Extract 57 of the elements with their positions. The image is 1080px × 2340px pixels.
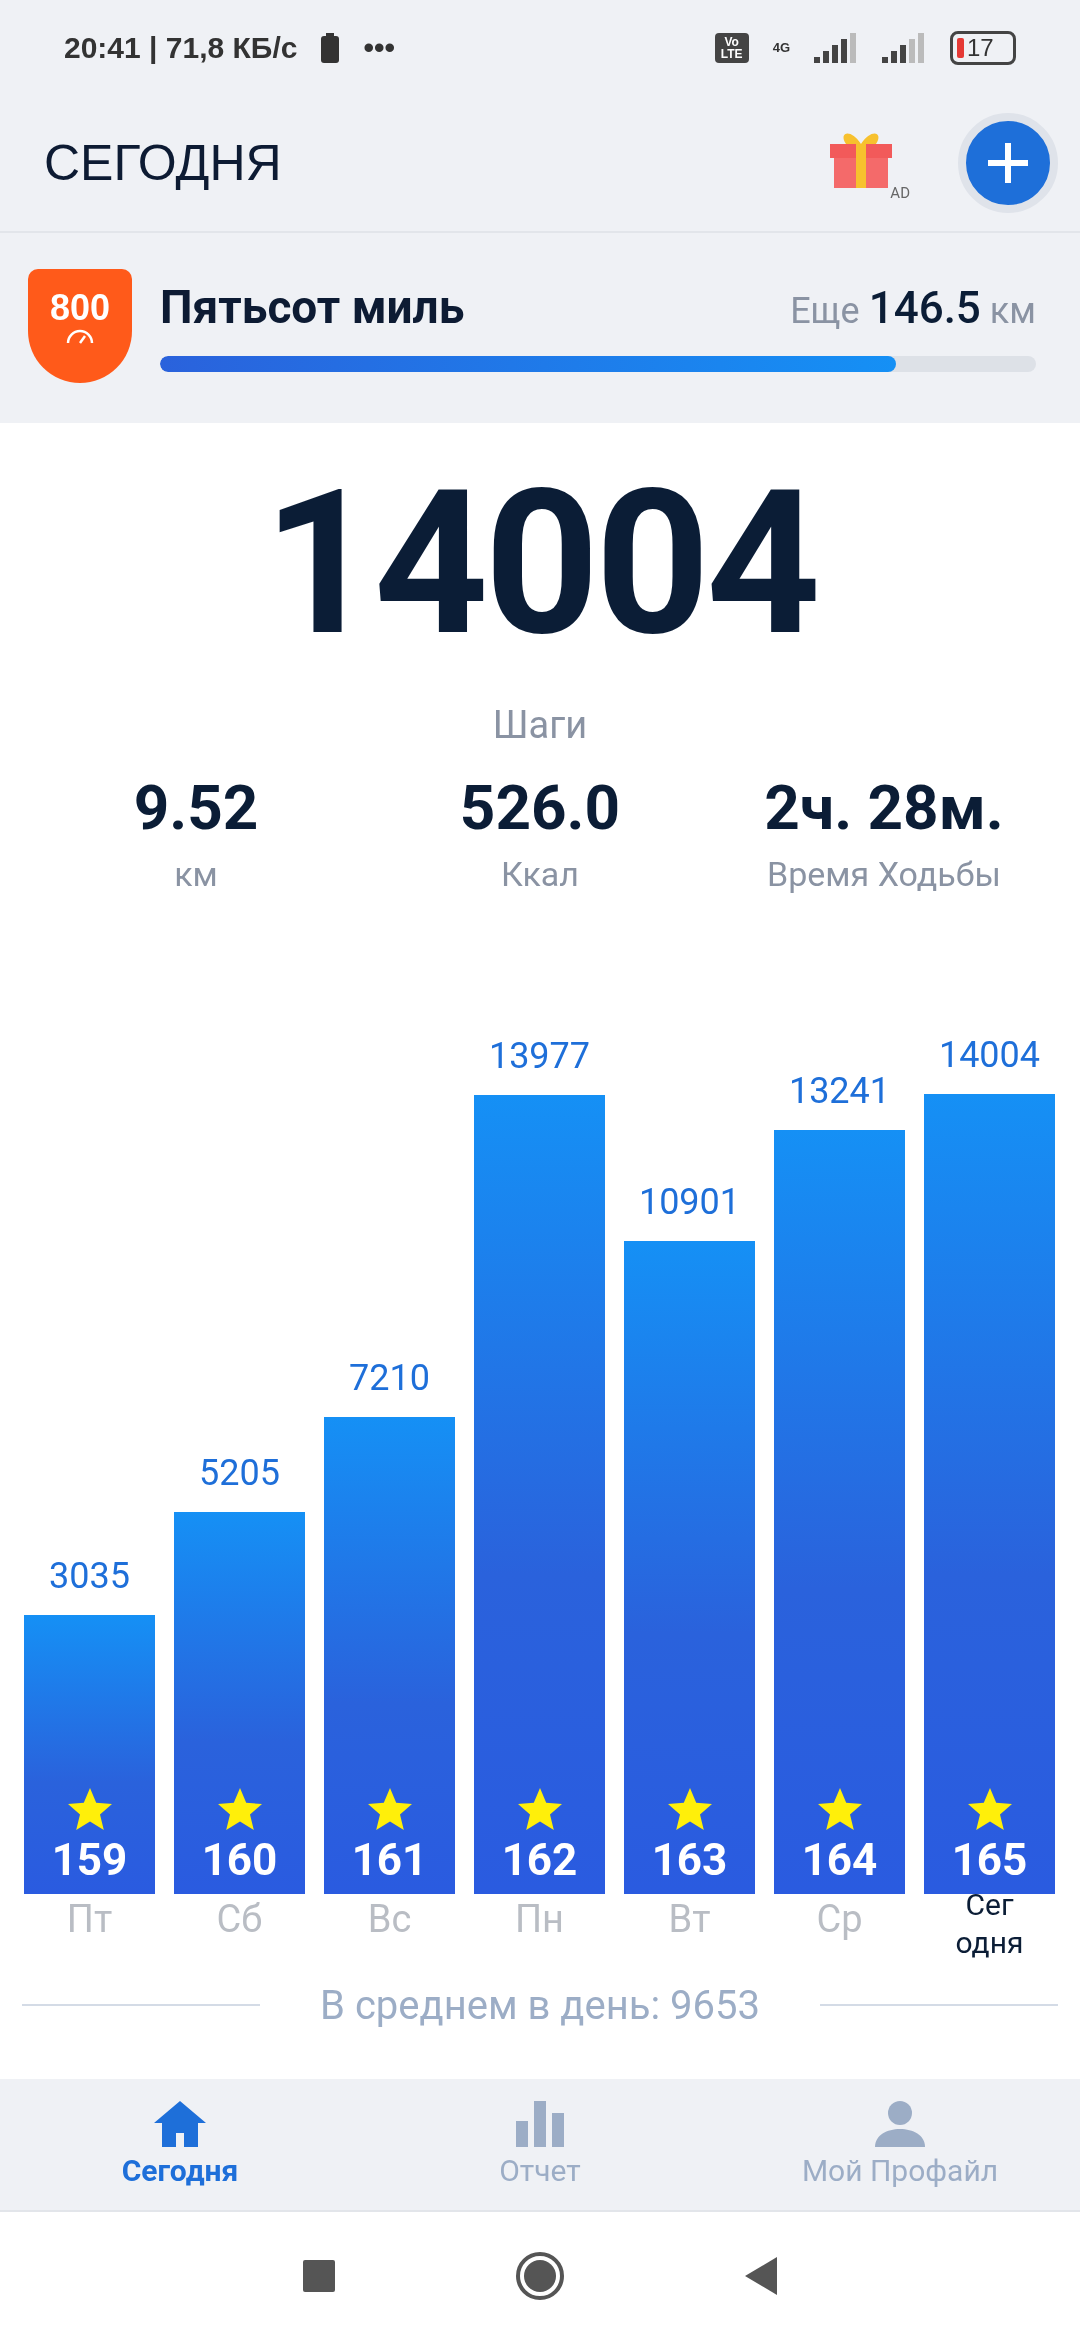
day-label: Сб	[216, 1896, 263, 1943]
page-title: СЕГОДНЯ	[44, 134, 283, 192]
home-button[interactable]	[515, 2251, 565, 2301]
day-bar[interactable]: 159	[24, 1614, 155, 1894]
day-bar[interactable]: 165	[924, 1093, 1055, 1894]
step-value: 7210	[349, 1356, 430, 1399]
star-count: 163	[651, 1834, 728, 1886]
status-time-speed: 20:41 | 71,8 КБ/с	[64, 30, 298, 65]
gift-button[interactable]: AD	[826, 124, 910, 202]
stat-label: Время Ходьбы	[767, 854, 1001, 894]
step-value: 3035	[49, 1554, 130, 1597]
star-count: 160	[201, 1834, 278, 1886]
stat-value: 526.0	[459, 771, 621, 844]
day-label: Вс	[367, 1896, 412, 1943]
battery-level: 17	[950, 30, 1016, 65]
signal-icon	[814, 32, 858, 63]
more-dots: •••	[363, 30, 395, 65]
stat-label: км	[174, 854, 218, 894]
star-count: 165	[951, 1834, 1028, 1886]
back-button[interactable]	[745, 2257, 777, 2295]
signal-icon	[882, 32, 926, 63]
day-label: Вт	[668, 1896, 711, 1943]
bar-chart-icon	[516, 2101, 564, 2147]
star-count: 161	[351, 1834, 428, 1886]
day-label: Пт	[66, 1896, 113, 1943]
steps-label: Шаги	[491, 703, 589, 747]
home-icon	[154, 2101, 206, 2147]
stat-value: 9.52	[133, 771, 259, 844]
step-count: 14004	[262, 445, 818, 683]
star-count: 164	[801, 1834, 878, 1886]
day-bar[interactable]: 161	[324, 1416, 455, 1894]
star-count: 162	[501, 1834, 578, 1886]
day-bar[interactable]: 160	[174, 1511, 305, 1894]
step-value: 14004	[938, 1033, 1041, 1076]
step-value: 13977	[488, 1035, 591, 1078]
stat-value: 2ч. 28м.	[764, 771, 1004, 844]
stat-label: Ккал	[501, 854, 579, 894]
person-icon	[875, 2101, 925, 2147]
remaining-distance: Еще 146.5 км	[790, 282, 1036, 334]
plus-icon	[986, 141, 1030, 185]
ad-label: AD	[890, 184, 910, 202]
day-label: Ср	[816, 1896, 863, 1943]
network-type: 4G	[772, 40, 790, 55]
day-label: Пн	[515, 1896, 564, 1943]
step-value: 10901	[638, 1181, 741, 1224]
day-bar[interactable]: 162	[474, 1095, 605, 1894]
daily-average: В среднем в день: 9653	[320, 1981, 760, 2029]
nav-tab[interactable]: Сегодня	[0, 2079, 360, 2210]
star-count: 159	[51, 1834, 128, 1886]
battery-icon	[321, 32, 340, 63]
day-bar[interactable]: 164	[774, 1130, 905, 1894]
challenge-badge: 800	[28, 269, 132, 383]
step-value: 5205	[199, 1451, 280, 1494]
day-bar[interactable]: 163	[624, 1241, 755, 1894]
step-value: 13241	[788, 1070, 891, 1113]
challenge-title: Пятьсот миль	[160, 280, 466, 334]
volte-icon: Vo LTE	[714, 32, 749, 63]
